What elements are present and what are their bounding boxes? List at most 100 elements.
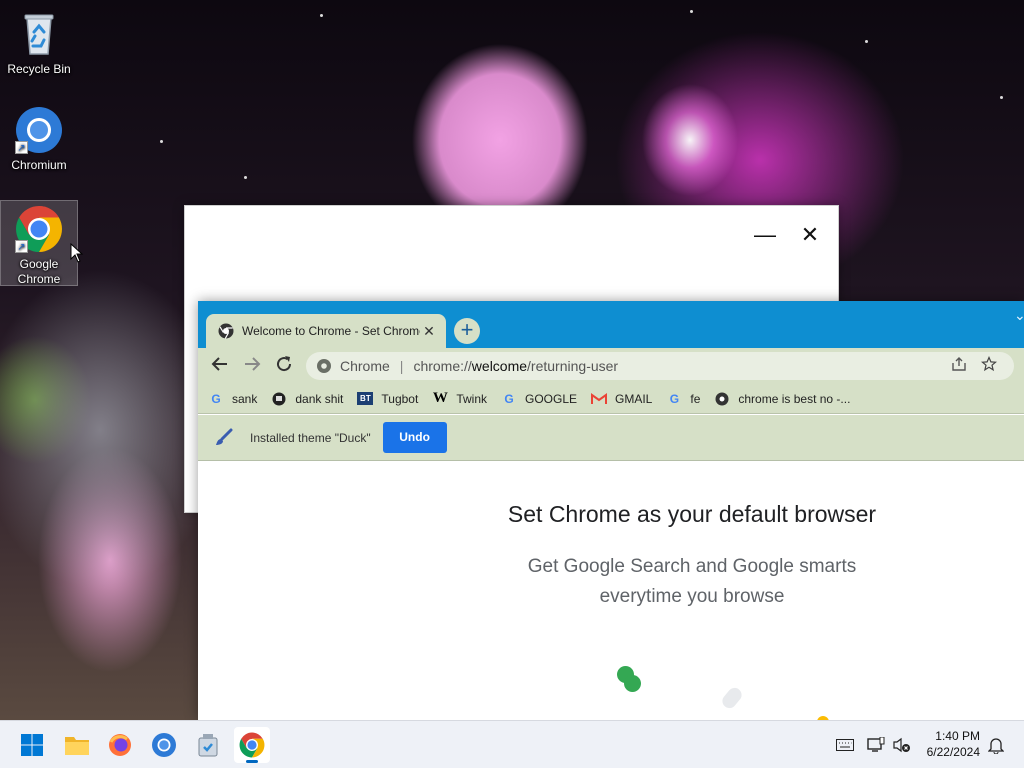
theme-infobar: Installed theme "Duck" Undo xyxy=(198,415,1024,461)
bookmark-label: fe xyxy=(690,391,701,406)
decorative-dot xyxy=(624,675,641,692)
tab-close-button[interactable]: ✕ xyxy=(420,323,438,340)
url-text: chrome://welcome/returning-user xyxy=(413,358,944,374)
chromium-icon: ↗ xyxy=(15,106,63,154)
shortcut-arrow-icon: ↗ xyxy=(15,141,28,154)
desktop-icon-label: Chromium xyxy=(11,158,67,172)
decorative-shape xyxy=(719,685,745,711)
bookmark-label: GMAIL xyxy=(615,391,653,406)
taskbar-firefox[interactable] xyxy=(102,727,138,763)
taskbar-file-explorer[interactable] xyxy=(59,727,95,763)
system-clock[interactable]: 1:40 PM 6/22/2024 xyxy=(927,728,980,760)
address-bar[interactable]: Chrome | chrome://welcome/returning-user xyxy=(306,352,1014,380)
back-button[interactable] xyxy=(208,354,232,378)
url-scheme: chrome:// xyxy=(413,358,472,374)
notifications-button[interactable] xyxy=(986,735,1006,755)
wallpaper-star xyxy=(320,14,323,17)
wallpaper-star xyxy=(244,176,247,179)
desktop-icon-label: Recycle Bin xyxy=(7,62,71,76)
volume-muted-icon xyxy=(893,737,910,753)
reload-icon xyxy=(277,356,292,372)
forward-button[interactable] xyxy=(240,354,264,378)
gmail-icon xyxy=(591,391,608,407)
close-button[interactable]: ✕ xyxy=(795,224,825,246)
chrome-site-icon xyxy=(317,359,331,373)
windows-start-icon xyxy=(21,734,43,756)
desktop-icon-label: Google Chrome xyxy=(17,257,61,286)
google-g-icon: G xyxy=(504,391,514,406)
network-icon xyxy=(867,737,885,752)
bookmark-item[interactable]: chrome is best no -... xyxy=(714,391,850,407)
chromium-icon xyxy=(152,733,176,757)
taskbar: 1:40 PM 6/22/2024 xyxy=(0,720,1024,768)
desktop-icon-recycle-bin[interactable]: Recycle Bin xyxy=(0,6,78,76)
google-g-icon: G xyxy=(669,391,680,406)
file-explorer-icon xyxy=(65,737,89,755)
bookmark-label: Twink xyxy=(456,391,487,406)
omnibox-separator: | xyxy=(399,358,404,374)
taskbar-chromium[interactable] xyxy=(146,727,182,763)
bookmark-item[interactable]: G GOOGLE xyxy=(501,391,577,407)
bookmark-label: dank shit xyxy=(295,391,344,406)
minimize-button[interactable]: — xyxy=(750,224,780,246)
tab-welcome[interactable]: Welcome to Chrome - Set Chrome as your d… xyxy=(206,314,446,348)
mouse-cursor-icon xyxy=(70,243,84,263)
clock-time: 1:40 PM xyxy=(935,729,980,743)
back-arrow-icon xyxy=(211,357,227,371)
active-app-indicator xyxy=(246,760,258,763)
keyboard-button[interactable] xyxy=(835,735,855,755)
chrome-icon xyxy=(239,732,265,758)
bookmark-label: Tugbot xyxy=(381,391,419,406)
infobar-message: Installed theme "Duck" xyxy=(250,430,371,445)
subtitle-line-1: Get Google Search and Google smarts xyxy=(527,556,857,577)
bookmark-item[interactable]: dank shit xyxy=(271,391,343,407)
bookmark-item[interactable]: W Twink xyxy=(432,390,487,407)
new-tab-button[interactable]: + xyxy=(454,318,480,344)
browser-toolbar: Chrome | chrome://welcome/returning-user xyxy=(198,348,1024,384)
bookmark-item[interactable]: G fe xyxy=(666,391,701,407)
bell-icon xyxy=(988,738,1004,754)
bookmark-item[interactable]: GMAIL xyxy=(591,391,652,407)
desktop-icon-chromium[interactable]: ↗ Chromium xyxy=(0,102,78,172)
tab-search-icon[interactable]: ⌄ xyxy=(1014,307,1024,324)
chrome-favicon-icon xyxy=(218,323,234,339)
clock-date: 6/22/2024 xyxy=(926,745,980,759)
share-icon xyxy=(952,357,966,371)
globe-icon xyxy=(714,391,730,407)
volume-button[interactable] xyxy=(892,735,912,755)
tab-title: Welcome to Chrome - Set Chrome as your d… xyxy=(242,324,420,338)
taskbar-app[interactable] xyxy=(190,727,226,763)
bookmark-label: chrome is best no -... xyxy=(738,391,851,406)
page-headline: Set Chrome as your default browser xyxy=(507,501,877,527)
bookmark-item[interactable]: G sank xyxy=(208,391,257,407)
chrome-icon: ↗ xyxy=(15,205,63,253)
taskbar-chrome[interactable] xyxy=(234,727,270,763)
bookmark-star-button[interactable] xyxy=(974,355,1004,376)
bt-favicon-icon: BT xyxy=(357,392,374,405)
share-button[interactable] xyxy=(944,356,974,376)
url-path: /returning-user xyxy=(527,358,619,374)
forward-arrow-icon xyxy=(245,357,261,371)
star-icon xyxy=(980,355,998,372)
subtitle-line-2: everytime you browse xyxy=(599,586,785,607)
undo-button[interactable]: Undo xyxy=(382,422,447,453)
shortcut-arrow-icon: ↗ xyxy=(15,240,28,253)
start-button[interactable] xyxy=(14,727,50,763)
url-host: welcome xyxy=(471,358,528,374)
wallpaper-star xyxy=(865,40,868,43)
unknown-app-icon xyxy=(198,734,218,757)
keyboard-icon xyxy=(836,739,854,751)
bookmark-item[interactable]: BT Tugbot xyxy=(357,392,418,406)
bookmarks-bar: G sank dank shit BT Tugbot W Twink G GOO… xyxy=(198,384,1024,414)
google-g-icon: G xyxy=(211,391,221,406)
page-subtitle: Get Google Search and Google smarts ever… xyxy=(198,552,1024,612)
site-label: Chrome xyxy=(340,358,390,374)
tab-strip: Welcome to Chrome - Set Chrome as your d… xyxy=(198,301,1024,348)
network-button[interactable] xyxy=(866,735,886,755)
desktop-icon-google-chrome[interactable]: ↗ Google Chrome xyxy=(0,200,78,286)
reload-button[interactable] xyxy=(272,354,296,378)
recycle-bin-icon xyxy=(15,10,63,58)
bookmark-label: GOOGLE xyxy=(525,391,578,406)
wallpaper-star xyxy=(1000,96,1003,99)
bookmark-label: sank xyxy=(232,391,258,406)
